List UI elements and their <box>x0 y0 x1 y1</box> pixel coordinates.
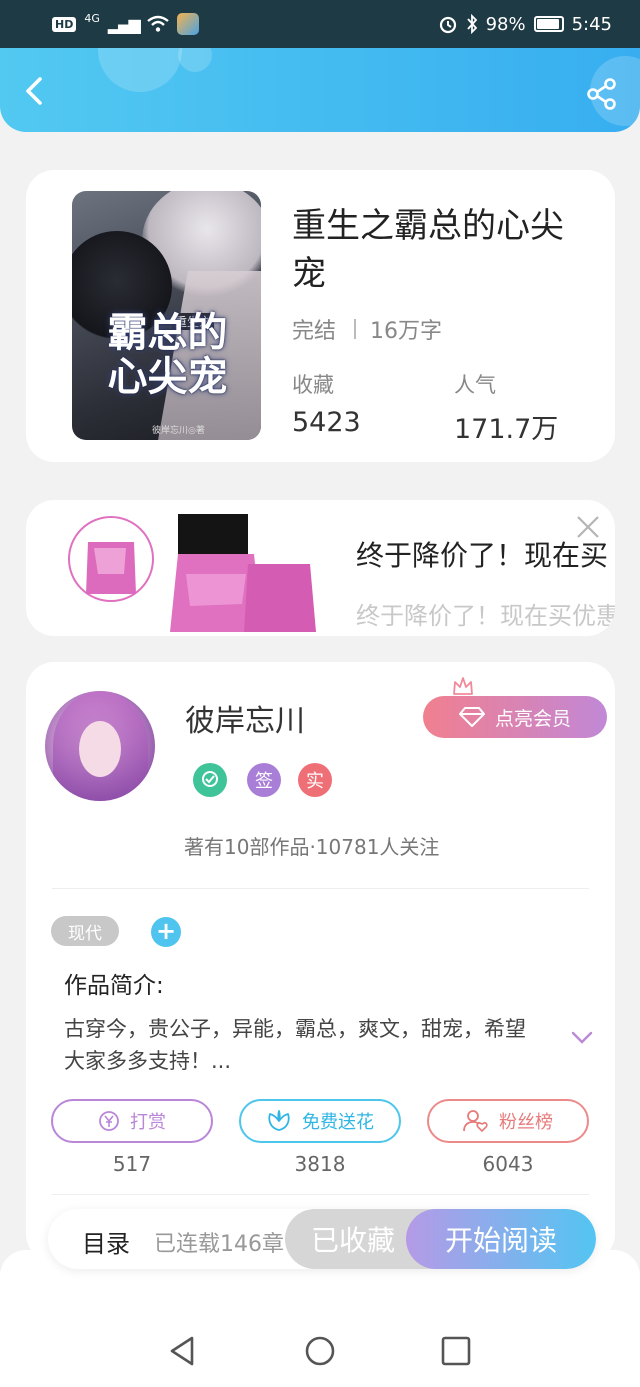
status-left: HD 4G ▂▄▆ <box>52 11 199 35</box>
ad-product-image <box>68 514 316 632</box>
author-avatar[interactable] <box>45 691 155 801</box>
vip-button[interactable]: 点亮会员 <box>423 696 607 738</box>
user-heart-icon <box>463 1110 488 1133</box>
system-nav-bar <box>0 1310 640 1387</box>
certified-badge-icon <box>193 763 227 797</box>
add-tag-button[interactable]: + <box>151 917 181 947</box>
intro-title: 作品简介: <box>64 973 164 999</box>
clock: 5:45 <box>571 13 612 35</box>
cover-title: 霸总的 心尖宠 <box>80 311 255 399</box>
book-info-card: 重生之 霸总的 心尖宠 彼岸忘川◎著 重生之霸总的心尖宠 完结 16万字 收藏 … <box>26 170 615 462</box>
popularity-label: 人气 <box>454 373 496 397</box>
avatar-face <box>79 721 121 777</box>
tip-button-label: 打赏 <box>130 1112 166 1133</box>
top-header <box>0 48 640 132</box>
fan-ranking-button-label: 粉丝榜 <box>499 1112 553 1133</box>
author-stats: 著有10部作品·10781人关注 <box>184 835 440 859</box>
divider <box>52 1194 589 1195</box>
book-meta: 完结 16万字 <box>292 313 442 345</box>
author-name[interactable]: 彼岸忘川 <box>185 696 305 740</box>
tip-count: 517 <box>112 1152 152 1176</box>
favorites-label: 收藏 <box>292 373 334 397</box>
send-flower-button[interactable]: 免费送花 <box>239 1099 401 1143</box>
diamond-icon <box>458 707 485 727</box>
ad-title: 终于降价了！现在买 <box>356 539 609 572</box>
bottom-action-bar: 目录 已连载146章 已收藏 开始阅读 <box>48 1209 596 1269</box>
app-notification-icon <box>176 13 199 35</box>
badge-verified: 实 <box>298 763 332 797</box>
badge-signed: 签 <box>247 763 281 797</box>
author-card: 彼岸忘川 点亮会员 签 实 著有10部作品·10781人关注 现代 + 作品简介… <box>26 662 615 1262</box>
decor-bubble <box>178 48 212 72</box>
yen-coin-icon <box>99 1111 119 1131</box>
favorites-value: 5423 <box>292 407 361 438</box>
ad-subtitle: 终于降价了！现在买优惠 <box>356 602 615 630</box>
book-cover[interactable]: 重生之 霸总的 心尖宠 彼岸忘川◎著 <box>72 191 261 440</box>
popularity-value: 171.7万 <box>454 414 559 445</box>
status-bar: HD 4G ▂▄▆ 98% 5:45 <box>0 0 640 48</box>
flower-count: 3818 <box>294 1152 346 1176</box>
wifi-icon <box>147 15 169 32</box>
book-word-count: 16万字 <box>370 319 443 344</box>
network-label: 4G <box>84 11 100 25</box>
decor-bubble <box>98 48 182 92</box>
serial-status[interactable]: 已连载146章 <box>154 1226 284 1258</box>
share-button[interactable] <box>586 78 618 110</box>
nav-recents-icon[interactable] <box>439 1334 473 1368</box>
crown-icon <box>453 677 473 695</box>
back-button[interactable] <box>18 74 52 108</box>
tip-button[interactable]: 打赏 <box>51 1099 213 1143</box>
alarm-icon <box>439 16 456 34</box>
cover-author: 彼岸忘川◎著 <box>152 426 205 436</box>
intro-text: 古穿今，贵公子，异能，霸总，爽文，甜宠，希望大家多多支持！... <box>64 1017 526 1073</box>
nav-home-icon[interactable] <box>303 1334 337 1368</box>
book-status: 完结 <box>292 319 337 344</box>
close-icon[interactable] <box>575 514 601 540</box>
signal-icon: ▂▄▆ <box>107 14 141 34</box>
book-title: 重生之霸总的心尖宠 <box>292 206 564 294</box>
nav-back-icon[interactable] <box>166 1334 200 1368</box>
cover-title-line: 心尖宠 <box>107 353 228 400</box>
cover-title-line: 霸总的 <box>107 309 228 356</box>
fan-count: 6043 <box>482 1152 534 1176</box>
bluetooth-icon <box>466 14 477 34</box>
status-right: 98% 5:45 <box>438 14 612 35</box>
hd-badge: HD <box>52 16 77 32</box>
vip-button-label: 点亮会员 <box>494 707 571 730</box>
genre-tag[interactable]: 现代 <box>51 916 119 946</box>
divider <box>52 888 589 889</box>
send-flower-button-label: 免费送花 <box>302 1112 374 1133</box>
table-of-contents-button[interactable]: 目录 <box>82 1224 130 1259</box>
fan-ranking-button[interactable]: 粉丝榜 <box>427 1099 589 1143</box>
battery-icon <box>533 16 564 32</box>
meta-divider <box>354 319 357 339</box>
ad-banner[interactable]: 终于降价了！现在买 终于降价了！现在买优惠 <box>26 500 615 636</box>
flower-icon <box>268 1110 290 1131</box>
battery-percent: 98% <box>485 13 526 35</box>
start-reading-button[interactable]: 开始阅读 <box>406 1209 596 1269</box>
chevron-down-icon[interactable] <box>571 1030 593 1046</box>
